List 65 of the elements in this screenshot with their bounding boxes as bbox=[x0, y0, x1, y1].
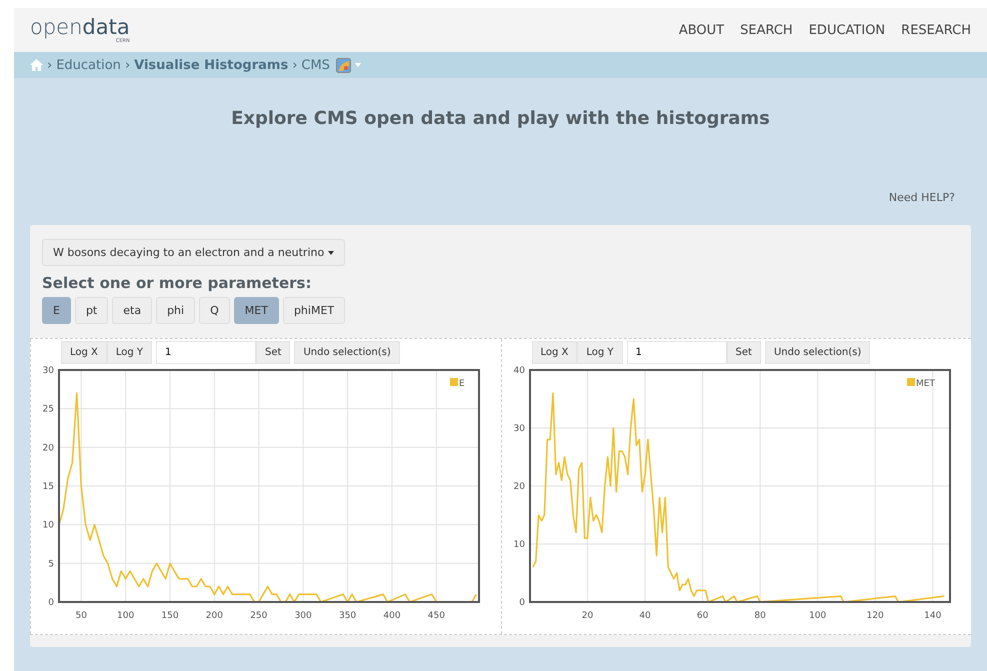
y-tick-label: 25 bbox=[42, 404, 54, 415]
y-tick-label: 30 bbox=[42, 366, 54, 376]
log-x-button[interactable]: Log X bbox=[532, 341, 578, 364]
undo-selection-button[interactable]: Undo selection(s) bbox=[764, 341, 870, 364]
parameters-heading: Select one or more parameters: bbox=[42, 274, 312, 292]
log-y-button[interactable]: Log Y bbox=[577, 341, 623, 364]
x-tick-label: 250 bbox=[250, 611, 268, 621]
x-tick-label: 300 bbox=[294, 611, 312, 621]
x-tick-label: 20 bbox=[581, 611, 593, 621]
x-tick-label: 40 bbox=[638, 611, 650, 621]
parameter-toggle[interactable]: phiMET bbox=[282, 297, 346, 324]
parameter-toggle[interactable]: phi bbox=[156, 297, 196, 324]
dataset-dropdown[interactable]: W bosons decaying to an electron and a neutrino bbox=[42, 239, 346, 266]
x-tick-label: 400 bbox=[383, 611, 401, 621]
legend-label: MET bbox=[916, 379, 934, 389]
y-tick-label: 0 bbox=[48, 598, 54, 608]
x-tick-label: 450 bbox=[428, 611, 445, 621]
x-tick-label: 120 bbox=[866, 611, 884, 621]
caret-icon[interactable] bbox=[354, 63, 361, 67]
set-button[interactable]: Set bbox=[256, 341, 290, 364]
parameter-toggle[interactable]: E bbox=[42, 297, 71, 324]
nav-link[interactable]: SEARCH bbox=[740, 22, 793, 38]
y-tick-label: 15 bbox=[42, 482, 54, 492]
breadcrumb-separator: › bbox=[47, 58, 52, 72]
x-tick-label: 150 bbox=[161, 611, 179, 621]
x-tick-label: 50 bbox=[75, 611, 87, 621]
log-y-button[interactable]: Log Y bbox=[106, 341, 152, 364]
nav-link[interactable]: ABOUT bbox=[678, 22, 724, 38]
x-tick-label: 140 bbox=[924, 611, 941, 621]
parameter-toggle[interactable]: MET bbox=[234, 297, 279, 324]
parameter-toggle[interactable]: eta bbox=[112, 297, 152, 324]
undo-selection-button[interactable]: Undo selection(s) bbox=[294, 341, 400, 364]
bin-size-field[interactable]: 1 bbox=[626, 341, 727, 364]
parameter-toggle[interactable]: Q bbox=[199, 297, 230, 324]
y-tick-label: 5 bbox=[48, 559, 54, 570]
bin-size-field[interactable]: 1 bbox=[156, 341, 256, 364]
experiment-logo-icon bbox=[336, 58, 351, 72]
set-button[interactable]: Set bbox=[726, 341, 761, 364]
y-tick-label: 20 bbox=[513, 482, 524, 492]
legend-label: E bbox=[459, 379, 465, 389]
x-tick-label: 100 bbox=[117, 611, 134, 621]
breadcrumb-separator: › bbox=[124, 58, 130, 72]
x-tick-label: 80 bbox=[754, 611, 766, 621]
page-title: Explore CMS open data and play with the histograms bbox=[230, 108, 771, 129]
y-tick-label: 10 bbox=[513, 540, 524, 550]
nav-link[interactable]: EDUCATION bbox=[808, 22, 886, 38]
nav-link[interactable]: RESEARCH bbox=[901, 22, 971, 38]
y-tick-label: 10 bbox=[42, 520, 54, 531]
parameter-toggle[interactable]: pt bbox=[74, 297, 108, 324]
breadcrumb-separator: › bbox=[292, 58, 298, 72]
y-tick-label: 40 bbox=[513, 366, 524, 376]
site-logo[interactable]: opendata bbox=[30, 16, 130, 38]
x-tick-label: 60 bbox=[696, 611, 708, 621]
legend-swatch bbox=[450, 378, 458, 386]
y-tick-label: 20 bbox=[42, 443, 54, 454]
y-tick-label: 30 bbox=[513, 424, 524, 434]
caret-icon bbox=[328, 250, 334, 254]
log-x-button[interactable]: Log X bbox=[61, 341, 107, 364]
x-tick-label: 100 bbox=[808, 611, 826, 621]
legend-swatch bbox=[906, 378, 914, 386]
home-icon[interactable] bbox=[30, 59, 43, 71]
x-tick-label: 200 bbox=[206, 611, 223, 621]
x-tick-label: 350 bbox=[339, 611, 356, 621]
help-link[interactable]: Need HELP? bbox=[888, 191, 955, 204]
y-tick-label: 0 bbox=[518, 598, 524, 608]
